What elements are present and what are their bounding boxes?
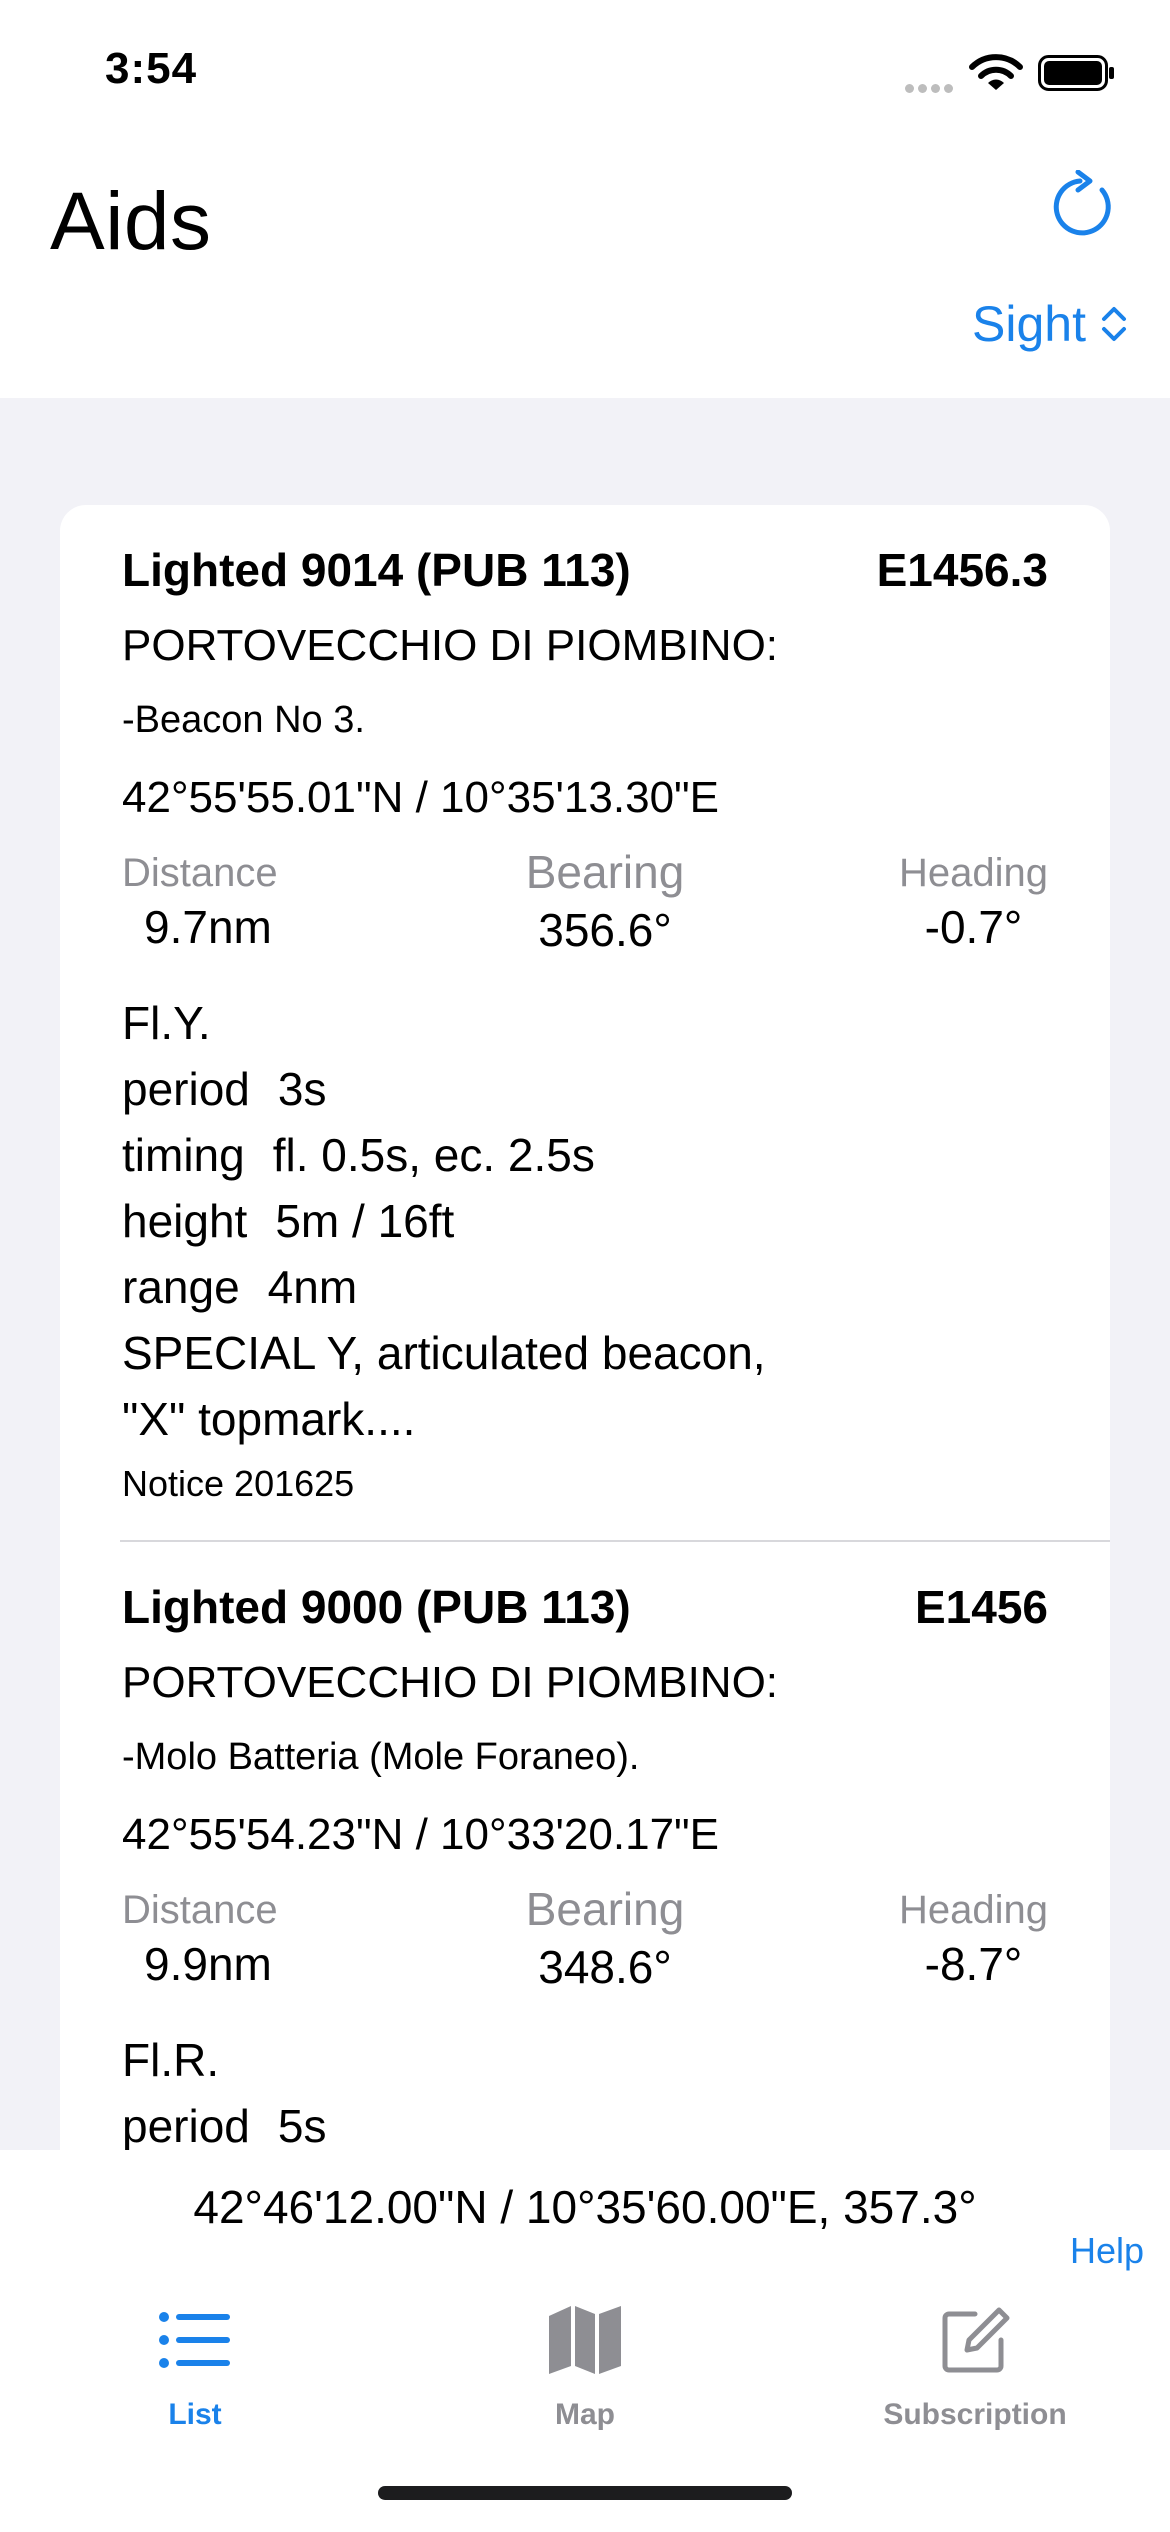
aid-title: Lighted 9000 (PUB 113) (122, 1581, 631, 1633)
range-label: range (122, 1261, 240, 1313)
heading-column: Heading -0.7° (899, 851, 1048, 954)
aid-location: PORTOVECCHIO DI PIOMBINO: (122, 621, 779, 670)
heading-label: Heading (898, 1888, 1048, 1932)
distance-column: Distance 9.7nm (122, 851, 278, 954)
heading-value: -8.7° (924, 1938, 1023, 1990)
light-details: Fl.R. period 5s (122, 2027, 326, 2155)
tab-subscription[interactable]: Subscription (825, 2300, 1125, 2432)
range-value: 4nm (267, 1261, 358, 1313)
bearing-label: Bearing (525, 1883, 685, 1935)
aid-coordinates: 42°55'54.23"N / 10°33'20.17"E (122, 1810, 720, 1859)
aid-row[interactable]: Lighted 9014 (PUB 113) E1456.3 PORTOVECC… (60, 505, 1110, 1540)
tab-map[interactable]: Map (435, 2300, 735, 2432)
aid-sublocation: -Beacon No 3. (122, 699, 365, 741)
distance-label: Distance (122, 1888, 278, 1932)
page-title: Aids (50, 176, 212, 267)
sort-picker[interactable]: Sight (972, 295, 1128, 353)
distance-label: Distance (122, 851, 278, 895)
aids-list[interactable]: Lighted 9014 (PUB 113) E1456.3 PORTOVECC… (60, 505, 1110, 2155)
help-button[interactable]: Help (1070, 2230, 1144, 2272)
bearing-column: Bearing 356.6° (500, 846, 710, 957)
sort-picker-label: Sight (972, 296, 1086, 352)
bearing-value: 348.6° (538, 1941, 672, 1993)
timing-label: timing (122, 1129, 245, 1181)
aid-number: E1456.3 (876, 544, 1048, 596)
aid-sublocation: -Molo Batteria (Mole Foraneo). (122, 1736, 640, 1778)
period-value: 3s (277, 1063, 327, 1115)
bearing-value: 356.6° (538, 904, 672, 956)
list-icon (159, 2312, 230, 2368)
tab-list[interactable]: List (45, 2300, 345, 2432)
chevron-up-down-icon (1102, 307, 1126, 341)
aid-number: E1456 (914, 1581, 1048, 1633)
light-characteristic: Fl.Y. (122, 997, 211, 1049)
current-position: 42°46'12.00"N / 10°35'60.00"E, 357.3° (193, 2181, 977, 2233)
height-label: height (122, 1195, 248, 1247)
aid-title: Lighted 9014 (PUB 113) (122, 544, 631, 596)
aid-row[interactable]: Lighted 9000 (PUB 113) E1456 PORTOVECCHI… (60, 1542, 1110, 2155)
bottom-toolbar: 42°46'12.00"N / 10°35'60.00"E, 357.3° He… (0, 2150, 1170, 2532)
aid-coordinates: 42°55'55.01"N / 10°35'13.30"E (122, 773, 720, 822)
light-details: Fl.Y. period 3s timing fl. 0.5s, ec. 2.5s … (122, 990, 766, 1452)
period-label: period (122, 2100, 250, 2152)
heading-column: Heading -8.7° (899, 1888, 1048, 1991)
height-value: 5m / 16ft (275, 1195, 455, 1247)
distance-value: 9.9nm (144, 1938, 272, 1990)
status-time: 3:54 (105, 44, 198, 93)
heading-label: Heading (898, 851, 1048, 895)
light-characteristic: Fl.R. (122, 2034, 220, 2086)
remarks-line-1: SPECIAL Y, articulated beacon, (122, 1327, 766, 1379)
notice-text: Notice 201625 (122, 1463, 355, 1504)
period-label: period (122, 1063, 250, 1115)
edit-icon (942, 2307, 1010, 2373)
remarks-line-2: "X" topmark.... (122, 1393, 416, 1445)
tab-list-label: List (168, 2398, 222, 2431)
home-indicator[interactable] (378, 2486, 792, 2500)
distance-column: Distance 9.9nm (122, 1888, 278, 1991)
map-icon (549, 2306, 621, 2374)
tab-map-label: Map (555, 2398, 615, 2431)
cellular-signal-icon (905, 80, 957, 98)
wifi-icon (969, 54, 1023, 90)
aid-location: PORTOVECCHIO DI PIOMBINO: (122, 1658, 779, 1707)
tab-subscription-label: Subscription (883, 2398, 1067, 2431)
distance-value: 9.7nm (144, 901, 272, 953)
navigation-header: 3:54 Aids Sight (0, 0, 1170, 398)
bearing-column: Bearing 348.6° (500, 1883, 710, 1994)
period-value: 5s (277, 2100, 327, 2152)
battery-icon (1038, 55, 1114, 91)
heading-value: -0.7° (924, 901, 1023, 953)
timing-value: fl. 0.5s, ec. 2.5s (272, 1129, 595, 1181)
refresh-button[interactable] (1050, 170, 1122, 242)
bearing-label: Bearing (525, 846, 685, 898)
